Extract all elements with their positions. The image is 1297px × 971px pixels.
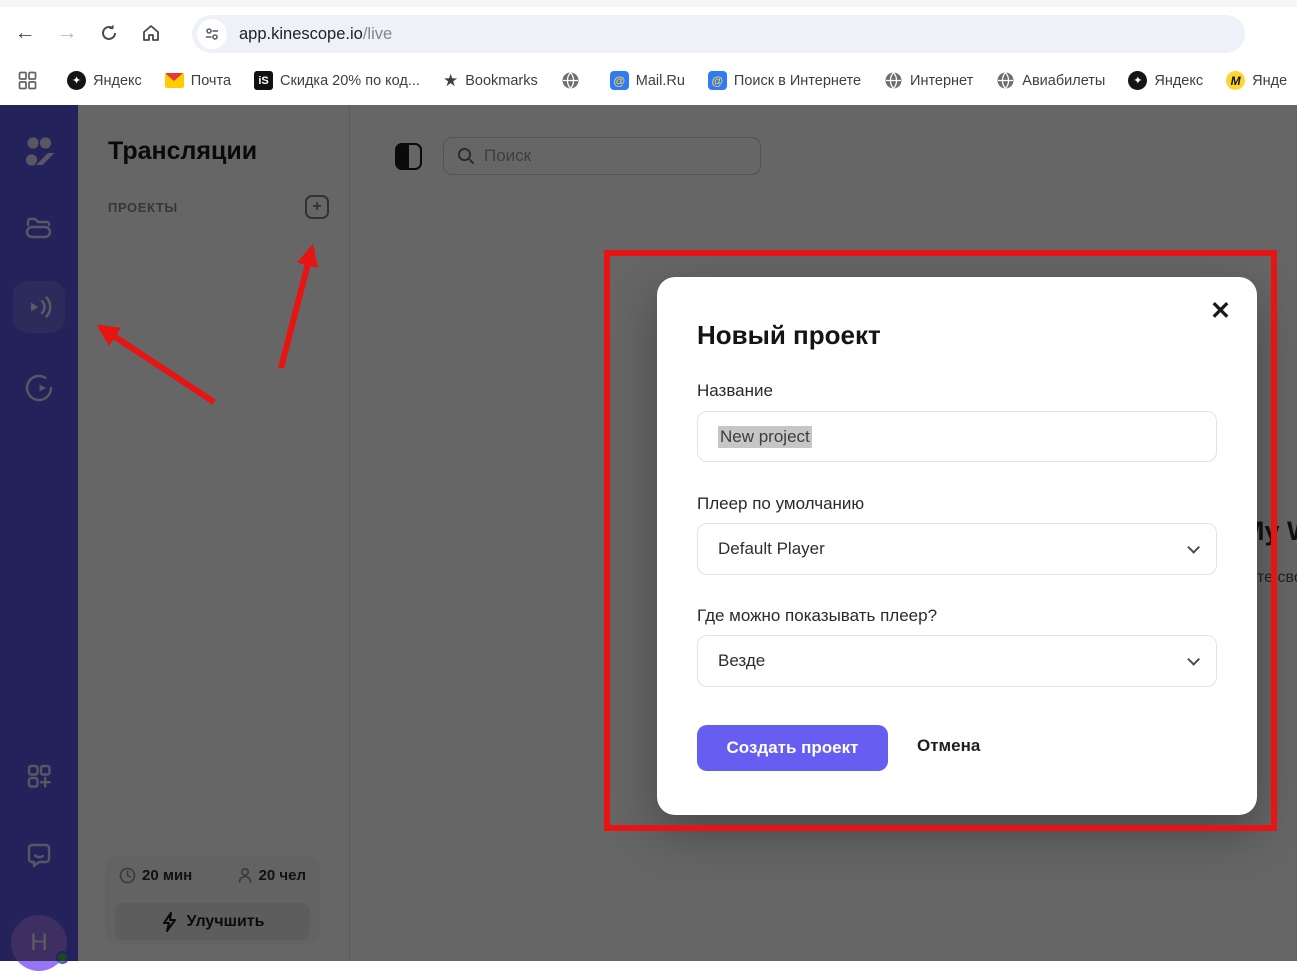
star-icon: ★ [443, 71, 458, 91]
chevron-down-icon [1187, 653, 1200, 666]
apps-grid-icon [18, 71, 37, 90]
bookmark-discount[interactable]: iSСкидка 20% по код... [254, 71, 420, 90]
browser-chrome: ← → app.kinescope.io/live [0, 0, 1297, 105]
bookmark-mailru[interactable]: @Mail.Ru [610, 71, 685, 90]
apps-grid-button[interactable] [18, 71, 37, 90]
project-name-input[interactable]: New project [697, 411, 1217, 462]
create-project-button[interactable]: Создать проект [697, 725, 888, 771]
globe-icon [884, 71, 903, 90]
bookmark-globe[interactable] [561, 71, 587, 90]
bookmark-market[interactable]: MЯнде [1226, 71, 1287, 90]
market-icon: M [1226, 71, 1245, 90]
new-project-modal: ✕ Новый проект Название New project Плее… [657, 277, 1257, 815]
home-icon [141, 23, 161, 43]
forward-button[interactable]: → [50, 16, 84, 50]
is-icon: iS [254, 71, 273, 90]
yandex-icon: ✦ [1128, 71, 1147, 90]
home-button[interactable] [134, 16, 168, 50]
bookmark-yandex[interactable]: ✦Яндекс [67, 71, 142, 90]
modal-title: Новый проект [697, 320, 881, 351]
selected-text: New project [718, 426, 812, 448]
reload-icon [99, 23, 119, 43]
name-label: Название [697, 381, 773, 401]
cancel-button[interactable]: Отмена [917, 736, 980, 756]
bookmark-mail[interactable]: Почта [165, 73, 231, 89]
mail-envelope-icon [165, 73, 184, 88]
tab-strip [0, 0, 1297, 7]
at-icon: @ [708, 71, 727, 90]
at-icon: @ [610, 71, 629, 90]
globe-icon [561, 71, 580, 90]
bookmark-internet[interactable]: Интернет [884, 71, 973, 90]
kinescope-app: H Трансляции ПРОЕКТЫ + 20 мин [0, 105, 1297, 961]
default-player-select[interactable]: Default Player [697, 523, 1217, 575]
player-domains-label: Где можно показывать плеер? [697, 606, 937, 626]
player-domains-value: Везде [718, 651, 765, 671]
bookmark-search-internet[interactable]: @Поиск в Интернете [708, 71, 861, 90]
url-text: app.kinescope.io/live [239, 25, 392, 44]
bookmark-yandex2[interactable]: ✦Яндекс [1128, 71, 1203, 90]
site-settings-chip[interactable] [197, 19, 227, 49]
browser-toolbar: ← → app.kinescope.io/live [0, 7, 1297, 58]
default-player-value: Default Player [718, 539, 825, 559]
player-domains-select[interactable]: Везде [697, 635, 1217, 687]
url-bar[interactable]: app.kinescope.io/live [192, 15, 1245, 53]
back-button[interactable]: ← [8, 16, 42, 50]
bookmarks-bar: ✦Яндекс Почта iSСкидка 20% по код... ★Bo… [0, 58, 1297, 103]
reload-button[interactable] [92, 16, 126, 50]
chevron-down-icon [1187, 541, 1200, 554]
yandex-icon: ✦ [67, 71, 86, 90]
globe-icon [996, 71, 1015, 90]
bookmark-avia[interactable]: Авиабилеты [996, 71, 1105, 90]
default-player-label: Плеер по умолчанию [697, 494, 864, 514]
tune-icon [204, 26, 220, 42]
bookmark-bookmarks[interactable]: ★Bookmarks [443, 71, 538, 91]
close-icon[interactable]: ✕ [1210, 299, 1231, 324]
